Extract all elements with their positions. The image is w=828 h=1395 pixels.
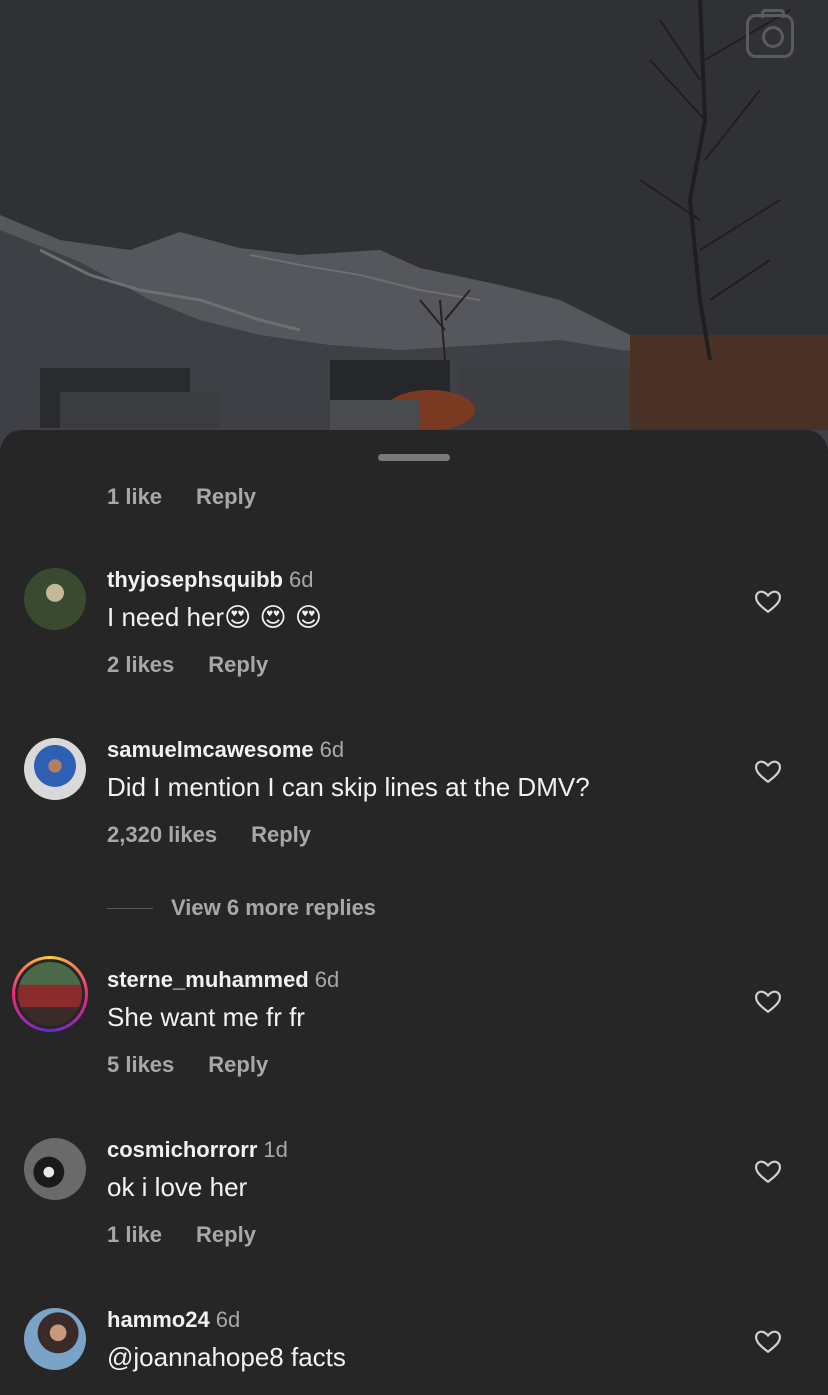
like-count[interactable]: 1 like (107, 484, 162, 510)
like-count[interactable]: 1 like (107, 1222, 162, 1248)
avatar[interactable] (24, 1138, 86, 1200)
comment-header: hammo24 6d (107, 1307, 240, 1333)
comment-text: She want me fr fr (107, 1002, 305, 1032)
comment-text: Did I mention I can skip lines at the DM… (107, 772, 590, 802)
heart-outline-icon[interactable] (755, 990, 781, 1014)
comment-item: hammo24 6d @joannahope8 facts (0, 1307, 828, 1395)
reply-button[interactable]: Reply (196, 1222, 256, 1248)
username[interactable]: cosmichorrorr (107, 1137, 257, 1162)
comment-text: I need her😍 😍 😍 (107, 602, 322, 633)
comment-header: thyjosephsquibb 6d (107, 567, 313, 593)
avatar[interactable] (24, 738, 86, 800)
reply-button[interactable]: Reply (196, 484, 256, 510)
timestamp: 6d (314, 967, 340, 992)
comment-body: I need her (107, 602, 225, 632)
divider-line (107, 907, 153, 909)
heart-outline-icon[interactable] (755, 1330, 781, 1354)
camera-icon[interactable] (746, 9, 794, 58)
timestamp: 1d (263, 1137, 288, 1162)
comment-header: samuelmcawesome 6d (107, 737, 344, 763)
timestamp: 6d (289, 567, 314, 592)
comment-meta: 2 likes Reply (107, 652, 268, 678)
view-more-label[interactable]: View 6 more replies (171, 895, 376, 921)
comment-header: cosmichorrorr 1d (107, 1137, 288, 1163)
comment-meta: 5 likes Reply (107, 1052, 268, 1078)
comment-item: sterne_muhammed 6d She want me fr fr 5 li… (0, 956, 828, 1098)
view-more-replies[interactable]: View 6 more replies (107, 895, 376, 921)
mountain-scene-image (0, 0, 828, 470)
reply-button[interactable]: Reply (208, 1052, 268, 1078)
avatar[interactable] (24, 568, 86, 630)
like-count[interactable]: 2 likes (107, 652, 174, 678)
heart-outline-icon[interactable] (755, 1160, 781, 1184)
comment-item: samuelmcawesome 6d Did I mention I can sk… (0, 737, 828, 868)
comment-text: ok i love her (107, 1172, 248, 1202)
heart-eyes-emoji: 😍 😍 😍 (224, 603, 322, 633)
timestamp: 6d (215, 1307, 241, 1332)
background-photo (0, 0, 828, 470)
reply-button[interactable]: Reply (208, 652, 268, 678)
like-count[interactable]: 5 likes (107, 1052, 174, 1078)
avatar-story-ring[interactable] (12, 956, 88, 1032)
sheet-grabber-handle[interactable] (378, 454, 450, 461)
previous-comment-meta: 1 like Reply (107, 484, 256, 510)
reply-button[interactable]: Reply (251, 822, 311, 848)
timestamp: 6d (319, 737, 345, 762)
username[interactable]: thyjosephsquibb (107, 567, 283, 592)
avatar[interactable] (24, 1308, 86, 1370)
comment-item: thyjosephsquibb 6d I need her😍 😍 😍 2 like… (0, 567, 828, 698)
heart-outline-icon[interactable] (755, 590, 781, 614)
comment-text: @joannahope8 facts (107, 1342, 346, 1372)
username[interactable]: samuelmcawesome (107, 737, 314, 762)
heart-outline-icon[interactable] (755, 760, 781, 784)
username[interactable]: sterne_muhammed (107, 967, 309, 992)
comment-item: cosmichorrorr 1d ok i love her 1 like Rep… (0, 1137, 828, 1268)
comments-sheet: 1 like Reply thyjosephsquibb 6d I need he… (0, 430, 828, 1395)
comment-meta: 2,320 likes Reply (107, 822, 311, 848)
username[interactable]: hammo24 (107, 1307, 210, 1332)
comment-meta: 1 like Reply (107, 1222, 256, 1248)
comment-header: sterne_muhammed 6d (107, 967, 339, 993)
like-count[interactable]: 2,320 likes (107, 822, 217, 848)
